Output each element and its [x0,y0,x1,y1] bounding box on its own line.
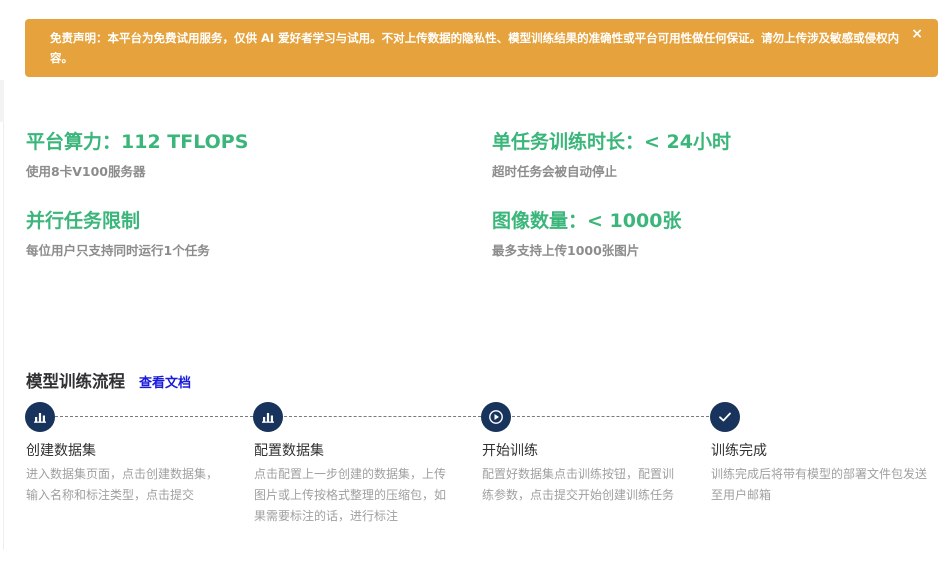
close-icon[interactable]: × [911,27,923,41]
stat-title: 平台算力：112 TFLOPS [26,131,249,153]
step-connector [55,416,253,417]
stat-desc: 最多支持上传1000张图片 [492,243,640,258]
workflow-header: 模型训练流程 查看文档 [26,368,191,392]
sidebar-tab [0,80,4,122]
check-icon [710,402,740,432]
stat-title: 并行任务限制 [26,210,141,232]
view-docs-link[interactable]: 查看文档 [139,372,191,391]
stat-images: 图像数量：< 1000张 最多支持上传1000张图片 [492,208,681,260]
bar-chart-icon [253,402,283,432]
step-title: 训练完成 [711,443,767,459]
step-title: 开始训练 [482,443,538,459]
step-desc: 配置好数据集点击训练按钮，配置训练参数，点击提交开始创建训练任务 [482,467,675,502]
stat-duration: 单任务训练时长：< 24小时 超时任务会被自动停止 [492,129,731,181]
bar-chart-icon [25,402,55,432]
stat-parallel: 并行任务限制 每位用户只支持同时运行1个任务 [26,208,210,260]
step-desc: 训练完成后将带有模型的部署文件包发送至用户邮箱 [711,467,928,502]
step-connector [284,416,481,417]
stat-desc: 使用8卡V100服务器 [26,164,146,179]
step-desc: 点击配置上一步创建的数据集，上传图片或上传按格式整理的压缩包，如果需要标注的话，… [254,467,447,523]
stat-title: 单任务训练时长：< 24小时 [492,131,731,153]
stat-title: 图像数量：< 1000张 [492,210,682,232]
step-title: 创建数据集 [26,443,96,459]
step-connector [512,416,709,417]
step-title: 配置数据集 [254,443,324,459]
page: 免责声明：本平台为免费试用服务，仅供 AI 爱好者学习与试用。不对上传数据的隐私… [0,0,946,576]
stat-compute: 平台算力：112 TFLOPS 使用8卡V100服务器 [26,129,248,181]
step-desc: 进入数据集页面，点击创建数据集，输入名称和标注类型，点击提交 [26,467,219,502]
disclaimer-banner: 免责声明：本平台为免费试用服务，仅供 AI 爱好者学习与试用。不对上传数据的隐私… [25,19,938,77]
play-icon [481,402,511,432]
sidebar-edge [3,80,4,550]
workflow-title: 模型训练流程 [26,372,125,391]
stat-desc: 每位用户只支持同时运行1个任务 [26,243,210,258]
stat-desc: 超时任务会被自动停止 [492,164,618,179]
disclaimer-text: 免责声明：本平台为免费试用服务，仅供 AI 爱好者学习与试用。不对上传数据的隐私… [50,31,900,65]
